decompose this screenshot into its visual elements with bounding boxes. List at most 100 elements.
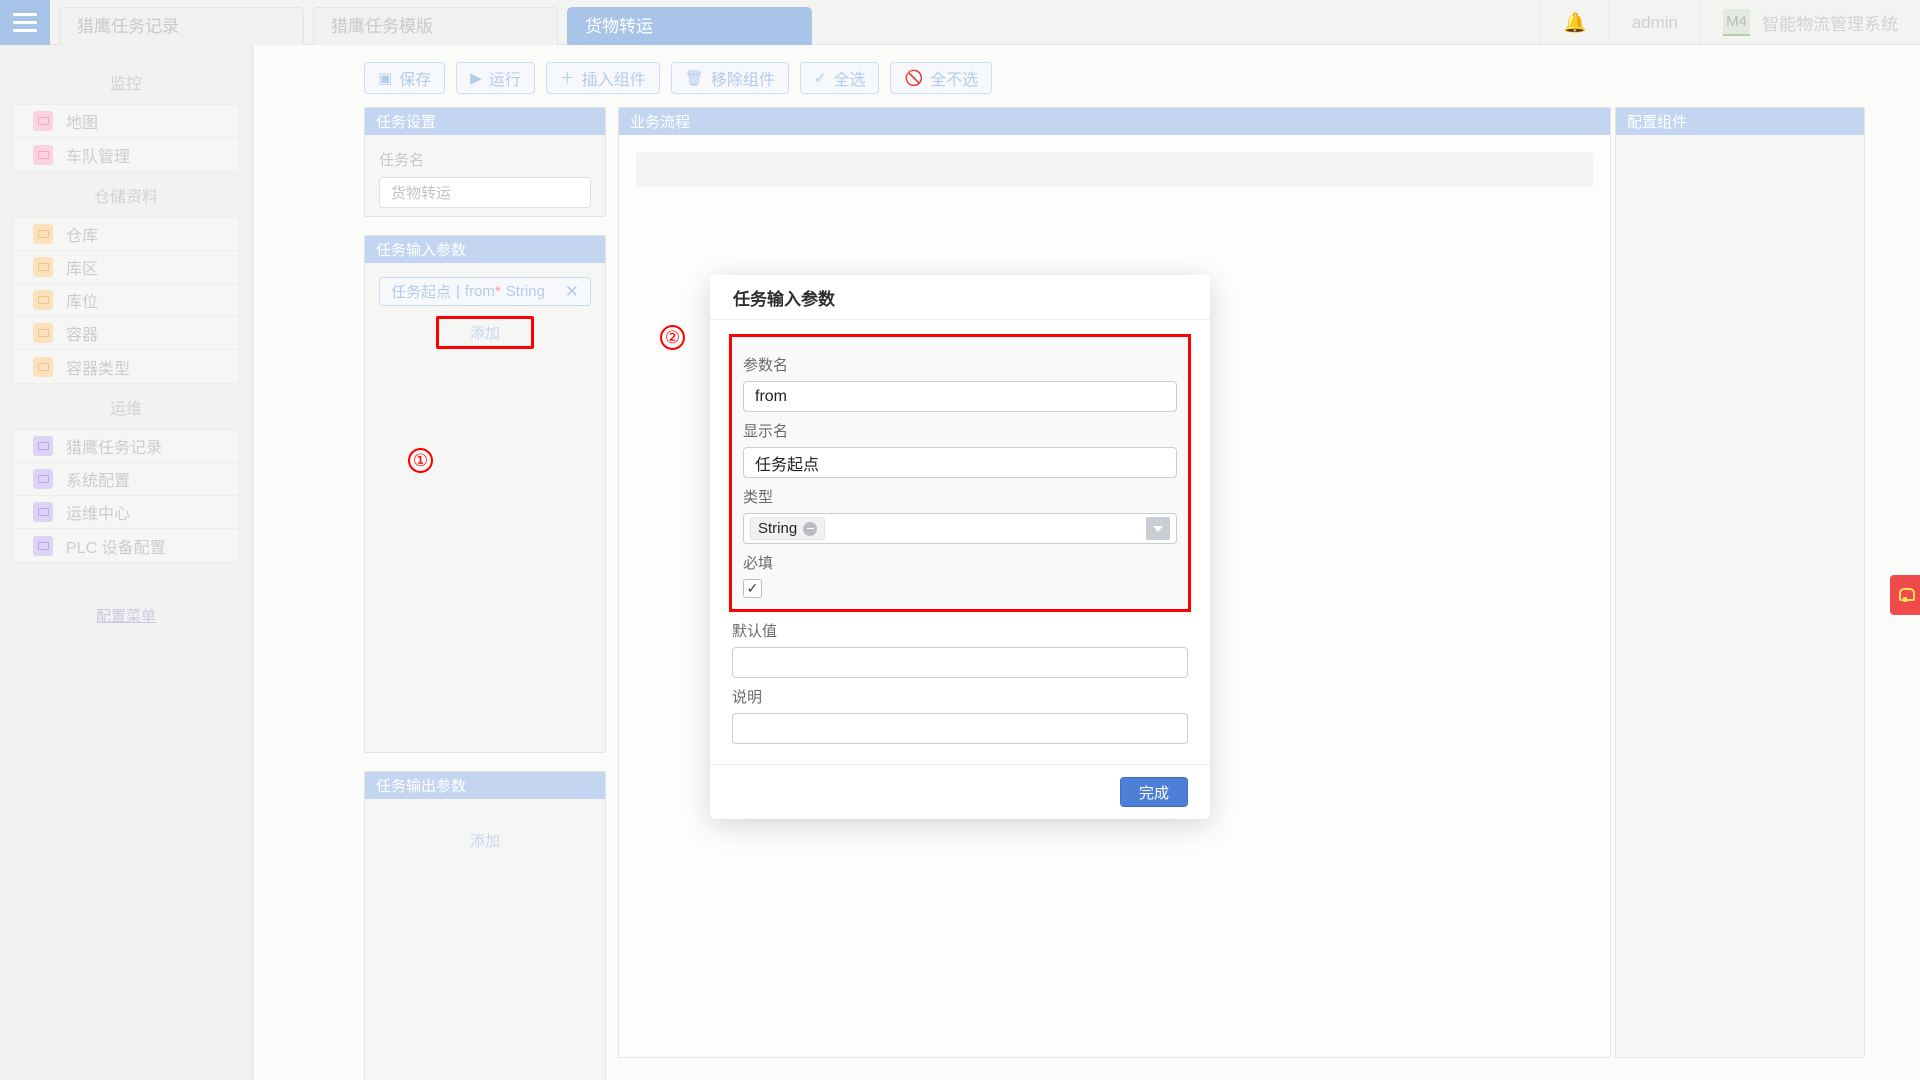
sidebar-item-fleet-management[interactable]: 车队管理: [13, 138, 239, 171]
editor-toolbar: ▣ 保存 ▶ 运行 ＋ 插入组件 🗑 移除组件 ✓ 全选 🚫 全不选: [254, 45, 1920, 94]
sidebar-item-container[interactable]: 容器: [13, 317, 239, 350]
required-checkbox[interactable]: ✓: [743, 579, 762, 598]
panel-body: 任务起点 | from * String ✕ 添加: [365, 263, 605, 363]
sidebar-item-storage-location[interactable]: 库位: [13, 284, 239, 317]
param-type: String: [505, 283, 545, 300]
sidebar-item-ops-center[interactable]: 运维中心: [13, 496, 239, 529]
sidebar-group-warehouse: 仓库 库区 库位 容器 容器类型: [12, 217, 240, 384]
tab-cargo-transfer[interactable]: 货物转运: [567, 7, 812, 45]
sidebar-item-label: 容器: [66, 327, 99, 344]
panel-config-component: 配置组件: [1615, 107, 1865, 1058]
hamburger-icon[interactable]: [0, 0, 50, 45]
sidebar-item-label: 容器类型: [66, 360, 131, 378]
panel-body: 任务名: [365, 135, 605, 222]
top-right-actions: 🔔 admin M4 智能物流管理系统: [1540, 0, 1920, 45]
panel-title: 任务输出参数: [365, 772, 605, 799]
sidebar-item-label: PLC 设备配置: [66, 539, 166, 557]
plus-icon: ＋: [559, 69, 575, 87]
save-icon: ▣: [378, 69, 393, 87]
tab-falcon-task-template[interactable]: 猎鹰任务模版: [313, 7, 558, 45]
type-select[interactable]: String: [743, 513, 1177, 544]
insert-component-button[interactable]: ＋ 插入组件: [545, 62, 660, 94]
sidebar-item-storage-area[interactable]: 库区: [13, 251, 239, 284]
panel-title: 业务流程: [619, 108, 1610, 135]
flow-canvas[interactable]: [636, 152, 1593, 187]
dialog-footer: 完成: [710, 764, 1210, 819]
add-output-param-button[interactable]: 添加: [379, 826, 591, 855]
display-name-input[interactable]: [743, 447, 1177, 478]
map-icon: [33, 111, 53, 131]
save-button[interactable]: ▣ 保存: [364, 62, 446, 94]
sidebar-item-system-config[interactable]: 系统配置: [13, 463, 239, 496]
task-name-input[interactable]: [379, 177, 591, 208]
system-brand: M4 智能物流管理系统: [1700, 0, 1920, 45]
notification-button[interactable]: 🔔: [1540, 0, 1609, 45]
sidebar-item-warehouse[interactable]: 仓库: [13, 218, 239, 251]
check-icon: ✓: [813, 69, 827, 87]
input-param-tag-from[interactable]: 任务起点 | from * String ✕: [379, 277, 591, 306]
panel-task-settings: 任务设置 任务名: [364, 107, 606, 217]
default-value-label: 默认值: [732, 623, 778, 640]
param-name-label: 参数名: [743, 357, 789, 374]
param-separator: |: [456, 283, 460, 300]
tab-bar: 猎鹰任务记录 猎鹰任务模版 货物转运: [50, 0, 812, 45]
alarm-glyph: [1897, 587, 1915, 603]
step-marker-2: ②: [660, 325, 685, 350]
sidebar-group-title-warehouse: 仓储资料: [93, 189, 158, 206]
tab-falcon-task-records[interactable]: 猎鹰任务记录: [59, 7, 304, 45]
confirm-button[interactable]: 完成: [1119, 777, 1188, 807]
add-input-param-button[interactable]: 添加: [436, 316, 534, 349]
chip-remove-icon[interactable]: [803, 521, 818, 536]
sidebar-item-falcon-task-records[interactable]: 猎鹰任务记录: [13, 430, 239, 463]
chevron-down-icon[interactable]: [1146, 517, 1170, 540]
sidebar-item-map[interactable]: 地图: [13, 105, 239, 138]
system-config-icon: [33, 469, 53, 489]
type-chip: String: [750, 517, 826, 540]
block-icon: 🚫: [904, 69, 924, 87]
description-input[interactable]: [732, 713, 1188, 744]
container-type-icon: [33, 356, 53, 377]
sidebar-item-container-type[interactable]: 容器类型: [13, 350, 239, 383]
default-value-input[interactable]: [732, 647, 1188, 678]
panel-input-params: 任务输入参数 任务起点 | from * String ✕ 添加 ①: [364, 235, 606, 753]
task-name-label: 任务名: [379, 152, 425, 169]
sidebar-item-plc-device-config[interactable]: PLC 设备配置: [13, 529, 239, 562]
avatar: M4: [1723, 9, 1750, 36]
sidebar-group-monitor: 地图 车队管理: [12, 104, 240, 172]
step-marker-1: ①: [408, 448, 433, 473]
panel-title: 任务输入参数: [365, 236, 605, 263]
task-record-icon: [33, 436, 53, 456]
type-chip-label: String: [758, 520, 798, 537]
select-all-button[interactable]: ✓ 全选: [799, 62, 880, 94]
config-menu-link[interactable]: 配置菜单: [12, 605, 240, 626]
param-name-input[interactable]: [743, 381, 1177, 412]
deselect-all-button[interactable]: 🚫 全不选: [890, 62, 993, 94]
panel-title: 任务设置: [365, 108, 605, 135]
panel-body: [1616, 135, 1864, 163]
save-label: 保存: [399, 72, 432, 89]
sidebar-group-title-ops: 运维: [109, 401, 142, 418]
warehouse-icon: [33, 224, 53, 244]
sidebar-item-label: 库区: [66, 261, 99, 278]
bell-icon: 🔔: [1563, 12, 1587, 34]
param-required-mark: *: [494, 283, 501, 300]
alarm-icon[interactable]: [1890, 575, 1920, 615]
panel-body: 添加: [365, 799, 605, 869]
run-label: 运行: [488, 72, 521, 89]
hamburger-line: [13, 13, 37, 16]
container-icon: [33, 323, 53, 343]
trash-icon: 🗑: [684, 69, 704, 87]
storage-location-icon: [33, 290, 53, 310]
param-name: from: [464, 283, 495, 300]
display-name-label: 显示名: [743, 423, 789, 440]
remove-component-button[interactable]: 🗑 移除组件: [670, 62, 789, 94]
user-menu[interactable]: admin: [1608, 0, 1700, 45]
panel-output-params: 任务输出参数 添加: [364, 771, 606, 1080]
close-icon[interactable]: ✕: [565, 283, 579, 300]
highlighted-fields-group: 参数名 显示名 类型 String 必填 ✓: [729, 334, 1191, 612]
run-button[interactable]: ▶ 运行: [456, 62, 535, 94]
panel-title: 配置组件: [1616, 108, 1864, 135]
sidebar-group-ops: 猎鹰任务记录 系统配置 运维中心 PLC 设备配置: [12, 429, 240, 563]
storage-area-icon: [33, 257, 53, 277]
hamburger-line: [13, 29, 37, 32]
